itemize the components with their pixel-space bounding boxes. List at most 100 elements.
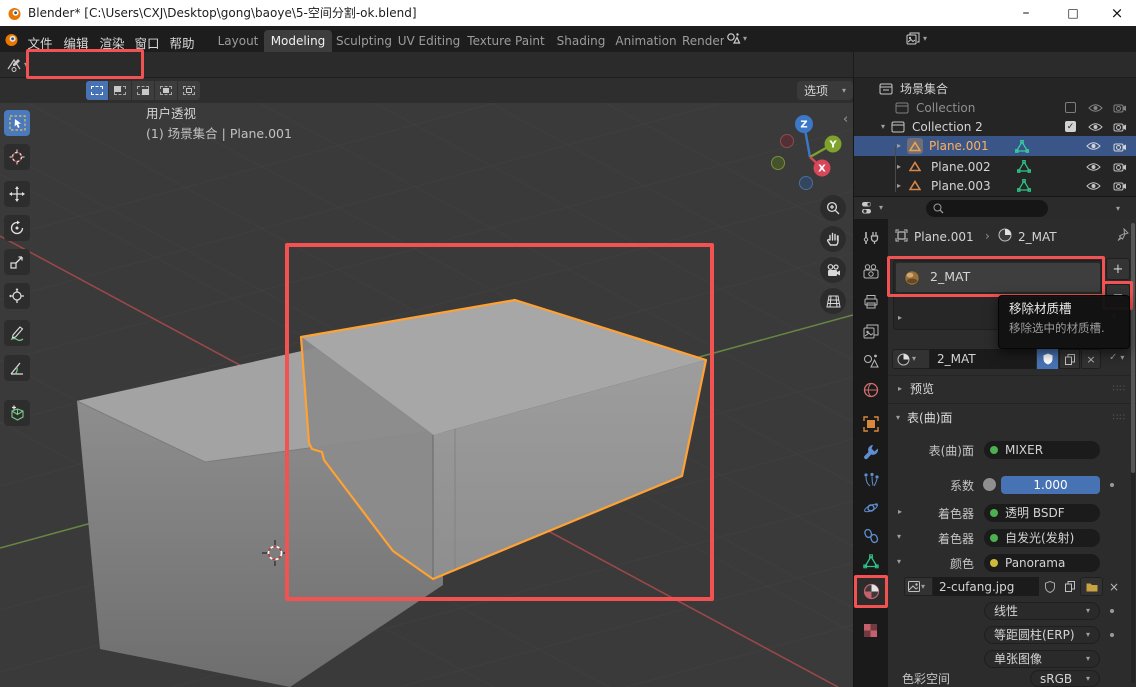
projection-dropdown[interactable]: 等距圆柱(ERP) ▾ — [984, 626, 1100, 644]
properties-editor-type-icon[interactable]: ▾ — [861, 201, 883, 215]
factor-socket-icon[interactable] — [982, 477, 997, 492]
browse-image-icon[interactable]: ▾ — [904, 577, 933, 596]
outliner-row-plane-001[interactable]: ▸ Plane.001 — [854, 136, 1136, 156]
tab-animation[interactable]: Animation — [614, 30, 678, 52]
animate-decorator-dot[interactable] — [1110, 633, 1114, 637]
outliner-row-collection[interactable]: Collection — [854, 98, 1136, 117]
panel-grip-icon[interactable]: ∷∷ — [1113, 413, 1126, 423]
disclosure-open-icon[interactable]: ▾ — [881, 123, 885, 131]
render-camera-icon[interactable] — [1113, 180, 1127, 191]
disclosure-closed-icon[interactable]: ▸ — [897, 182, 901, 190]
properties-search-input[interactable] — [926, 200, 1048, 217]
tab-sculpting[interactable]: Sculpting — [334, 30, 394, 52]
annotate-tool[interactable] — [4, 320, 30, 346]
image-copy-icon[interactable] — [1060, 577, 1079, 596]
menu-window[interactable]: 窗口 — [131, 33, 163, 52]
menu-help[interactable]: 帮助 — [166, 33, 198, 52]
slot-list-expand-icon[interactable]: ▸ — [898, 314, 902, 322]
image-name-field[interactable]: 2-cufang.jpg — [933, 577, 1039, 596]
tab-object-data-icon[interactable] — [863, 554, 879, 569]
pan-view-hand-icon[interactable] — [820, 226, 846, 252]
tab-uv-editing[interactable]: UV Editing — [396, 30, 462, 52]
disclosure-closed-icon[interactable]: ▸ — [897, 163, 901, 171]
browse-material-icon[interactable]: ▾ — [892, 349, 930, 369]
hide-eye-icon[interactable] — [1088, 103, 1103, 113]
tab-modifiers-icon[interactable] — [863, 444, 879, 460]
select-mode-intersect-icon[interactable] — [178, 81, 200, 100]
maximize-button[interactable]: □ — [1053, 0, 1093, 26]
rotate-tool[interactable] — [4, 215, 30, 241]
colorspace-dropdown[interactable]: sRGB ▾ — [1030, 670, 1100, 687]
fake-user-shield-icon[interactable] — [1037, 349, 1058, 369]
tab-physics-icon[interactable] — [863, 500, 879, 516]
outliner-row-collection-2[interactable]: ▾ Collection 2 ✓ — [854, 117, 1136, 136]
axis-neg-y-ball[interactable] — [772, 157, 785, 170]
select-box-tool[interactable] — [4, 110, 30, 136]
exclude-checkbox-checked[interactable]: ✓ — [1065, 121, 1076, 132]
scene-type-icon[interactable]: ▾ — [726, 31, 747, 46]
tab-scene-icon[interactable] — [863, 353, 879, 368]
factor-slider[interactable]: 1.000 — [1001, 476, 1100, 494]
minimize-button[interactable]: – — [1006, 0, 1046, 26]
transform-tool[interactable] — [4, 283, 30, 309]
disclosure-closed-icon[interactable]: ▸ — [897, 142, 901, 150]
properties-scrollbar[interactable] — [1131, 223, 1135, 683]
render-camera-icon[interactable] — [1113, 102, 1127, 113]
hide-eye-icon[interactable] — [1086, 141, 1101, 151]
tab-material-icon[interactable] — [863, 583, 880, 600]
move-tool[interactable] — [4, 181, 30, 207]
source-dropdown[interactable]: 单张图像 ▾ — [984, 650, 1100, 668]
shader2-node-selector[interactable]: 自发光(发射) — [984, 529, 1100, 547]
select-mode-extend-icon[interactable] — [109, 81, 131, 100]
add-material-slot-button[interactable]: + — [1106, 258, 1130, 280]
material-name-field[interactable]: 2_MAT — [930, 349, 1036, 369]
select-mode-new-icon[interactable] — [86, 81, 108, 100]
hide-eye-icon[interactable] — [1086, 162, 1101, 172]
axis-x-ball[interactable]: X — [814, 160, 831, 177]
axis-z-ball[interactable]: Z — [795, 115, 813, 133]
tab-texture-icon[interactable] — [863, 623, 878, 638]
view-layer-type-icon[interactable]: ▾ — [906, 31, 927, 46]
exclude-checkbox[interactable] — [1065, 102, 1076, 113]
add-cube-tool[interactable] — [4, 400, 30, 426]
tab-output-icon[interactable] — [863, 294, 879, 309]
render-camera-icon[interactable] — [1113, 161, 1127, 172]
outliner-row-scene-collection[interactable]: 场景集合 — [854, 80, 1136, 98]
tab-constraints-icon[interactable] — [863, 528, 879, 544]
scrollbar-thumb[interactable] — [1131, 223, 1135, 473]
tab-rendering[interactable]: Renderi — [682, 30, 724, 52]
menu-edit[interactable]: 编辑 — [60, 33, 92, 52]
interpolation-dropdown[interactable]: 线性 ▾ — [984, 602, 1100, 620]
material-slot-active[interactable]: 2_MAT — [896, 263, 1100, 292]
unlink-image-icon[interactable]: × — [1105, 577, 1123, 596]
tab-view-layer-icon[interactable] — [863, 324, 879, 339]
unlink-material-icon[interactable]: × — [1081, 349, 1101, 369]
outliner-row-plane-003[interactable]: ▸ Plane.003 — [854, 176, 1136, 195]
options-dropdown[interactable]: 选项 ▾ — [797, 81, 853, 100]
menu-render[interactable]: 渲染 — [96, 33, 128, 52]
zoom-view-icon[interactable] — [820, 195, 846, 221]
ortho-grid-icon[interactable] — [820, 288, 846, 314]
panel-surface-header[interactable]: ▾ 表(曲)面 ∷∷ — [888, 405, 1136, 430]
animate-decorator-dot[interactable] — [1110, 483, 1114, 487]
menu-file[interactable]: 文件 — [24, 33, 56, 52]
camera-view-icon[interactable] — [820, 257, 846, 283]
image-fake-user-shield-icon[interactable] — [1041, 577, 1059, 596]
pin-id-icon[interactable] — [1116, 228, 1129, 241]
outliner-row-plane-002[interactable]: ▸ Plane.002 — [854, 157, 1136, 176]
open-image-folder-icon[interactable] — [1080, 577, 1103, 596]
tab-tool-icon[interactable] — [863, 230, 879, 246]
editor-type-icon[interactable]: ▾ — [6, 57, 28, 73]
tab-layout[interactable]: Layout — [214, 30, 262, 52]
panel-grip-icon[interactable]: ∷∷ — [1113, 384, 1126, 394]
render-camera-icon[interactable] — [1113, 141, 1127, 152]
axis-neg-z-ball[interactable] — [800, 177, 813, 190]
render-camera-icon[interactable] — [1113, 121, 1127, 132]
shader1-node-selector[interactable]: 透明 BSDF — [984, 504, 1100, 522]
axis-neg-x-ball[interactable] — [781, 135, 794, 148]
tab-world-icon[interactable] — [863, 382, 879, 398]
close-button[interactable]: × — [1098, 0, 1136, 26]
copy-material-icon[interactable] — [1059, 349, 1080, 369]
viewport[interactable]: 用户透视 (1) 场景集合 | Plane.001 Z Y X ‹ — [0, 78, 853, 687]
nodes-toggle[interactable]: ✓ ▾ — [1109, 352, 1124, 363]
